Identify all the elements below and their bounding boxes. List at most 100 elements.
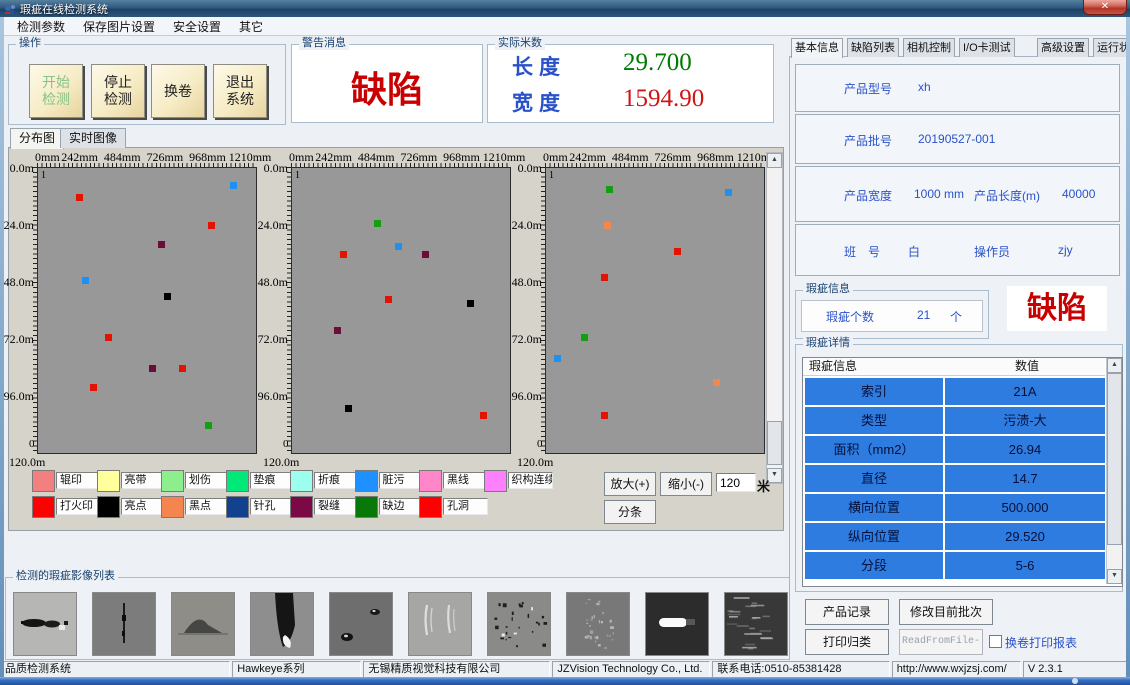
defect-row-value: 26.94 (943, 436, 1105, 463)
tab-advanced-settings[interactable]: 高级设置 (1037, 38, 1089, 57)
legend-label: 黑点 (185, 498, 230, 515)
table-scrollbar[interactable]: ▲ ▼ (1106, 358, 1122, 584)
modify-batch-button[interactable]: 修改目前批次 (899, 599, 993, 625)
legend-label: 亮带 (121, 472, 166, 489)
menu-item-0[interactable]: 检测参数 (8, 17, 74, 36)
operation-button-2[interactable]: 换卷 (151, 64, 205, 118)
defect-thumbnail-2[interactable] (92, 592, 156, 656)
legend-label: 孔洞 (443, 498, 488, 515)
defect-thumbnail-1[interactable] (13, 592, 77, 656)
defect-thumbnail-4[interactable] (250, 592, 314, 656)
tab-run-status-info[interactable]: 运行状态信息 (1093, 38, 1130, 57)
table-scroll-down-icon[interactable]: ▼ (1107, 569, 1122, 584)
defect-info-caption: 瑕疵信息 (803, 283, 853, 296)
product-model-label: 产品型号 (844, 80, 892, 97)
defect-table-row-5[interactable]: 横向位置500.000 (805, 494, 1105, 521)
product-batch-label: 产品批号 (844, 132, 892, 149)
defect-thumbnail-6[interactable] (408, 592, 472, 656)
defect-alarm-box: 缺陷 (1007, 286, 1107, 331)
shift-value: 白 (908, 243, 920, 260)
zoom-in-button[interactable]: 放大(+) (604, 472, 656, 496)
legend-label: 针孔 (250, 498, 295, 515)
basic-info-page: 产品型号 xh 产品批号 20190527-001 产品宽度 1000 mm 产… (789, 56, 1126, 660)
defect-row-name: 分段 (805, 552, 943, 579)
defect-thumbnail-5[interactable] (329, 592, 393, 656)
tab-io-card-test[interactable]: I/O卡测试 (959, 38, 1015, 57)
taskbar-icon (1072, 678, 1078, 684)
defect-row-name: 直径 (805, 465, 943, 492)
defect-row-value: 14.7 (943, 465, 1105, 492)
menu-item-2[interactable]: 安全设置 (164, 17, 230, 36)
operation-button-label: 开始 (42, 74, 70, 91)
zoom-out-button[interactable]: 缩小(-) (660, 472, 712, 496)
tab-defect-list[interactable]: 缺陷列表 (847, 38, 899, 57)
tab-live-image[interactable]: 实时图像 (60, 128, 126, 148)
operation-buttons: 开始检测停止检测换卷退出系统 (9, 45, 285, 124)
operation-button-0[interactable]: 开始检测 (29, 64, 83, 118)
operation-button-3[interactable]: 退出系统 (213, 64, 267, 118)
legend-label: 裂缝 (314, 498, 359, 515)
defect-table-row-3[interactable]: 面积（mm2）26.94 (805, 436, 1105, 463)
table-scroll-up-icon[interactable]: ▲ (1107, 358, 1122, 373)
app-icon (4, 3, 16, 15)
legend-swatch (161, 470, 184, 492)
defect-table-header-value: 数值 (949, 358, 1105, 375)
legend-label: 划伤 (185, 472, 230, 489)
menu-item-1[interactable]: 保存图片设置 (74, 17, 164, 36)
defect-thumbnail-7[interactable] (487, 592, 551, 656)
operation-button-label: 停止 (104, 74, 132, 91)
defect-thumbnail-10[interactable] (724, 592, 788, 656)
defect-thumbnail-9[interactable] (645, 592, 709, 656)
defect-thumbnail-3[interactable] (171, 592, 235, 656)
product-batch-value: 20190527-001 (918, 132, 995, 146)
defect-detail-group: 瑕疵详情 瑕疵信息 数值 索引21A类型污渍-大面积（mm2）26.94直径14… (795, 344, 1123, 592)
status-cell-7: V 2.3.1 (1023, 661, 1128, 678)
legend-swatch (290, 496, 313, 518)
defect-table-row-1[interactable]: 索引21A (805, 378, 1105, 405)
defect-table-row-4[interactable]: 直径14.7 (805, 465, 1105, 492)
defect-row-value: 21A (943, 378, 1105, 405)
legend-swatch (161, 496, 184, 518)
defect-row-name: 横向位置 (805, 494, 943, 521)
warning-group: 警告消息 缺陷 (291, 44, 483, 123)
legend-swatch (355, 496, 378, 518)
length-value: 29.700 (623, 49, 692, 77)
defect-detail-caption: 瑕疵详情 (803, 337, 853, 350)
tab-basic-info[interactable]: 基本信息 (791, 38, 843, 58)
defect-table-row-2[interactable]: 类型污渍-大 (805, 407, 1105, 434)
window-title: 瑕疵在线检测系统 (20, 1, 108, 17)
defect-alarm-text: 缺陷 (1027, 292, 1087, 325)
legend-swatch (419, 496, 442, 518)
tab-camera-control[interactable]: 相机控制 (903, 38, 955, 57)
defect-row-name: 类型 (805, 407, 943, 434)
read-from-file-button[interactable]: ReadFromFile-SIM (899, 629, 983, 655)
legend-swatch (290, 470, 313, 492)
operation-button-1[interactable]: 停止检测 (91, 64, 145, 118)
range-unit-label: 米 (757, 476, 770, 495)
table-scroll-thumb[interactable] (1107, 373, 1122, 545)
defect-row-value: 29.520 (943, 523, 1105, 550)
legend-label: 亮点 (121, 498, 166, 515)
window-frame-left (0, 17, 4, 677)
meters-group: 实际米数 长度 29.700 宽度 1594.90 (487, 44, 774, 123)
print-on-roll-change-label: 换卷打印报表 (1005, 634, 1077, 651)
split-button[interactable]: 分条 (604, 500, 656, 524)
operation-button-label: 检测 (104, 91, 132, 108)
defect-table-row-7[interactable]: 分段5-6 (805, 552, 1105, 579)
close-button[interactable]: ✕ (1083, 0, 1127, 15)
product-record-button[interactable]: 产品记录 (805, 599, 889, 625)
defect-thumbnail-8[interactable] (566, 592, 630, 656)
range-input[interactable] (716, 473, 756, 492)
operation-button-label: 换卷 (164, 83, 192, 100)
print-on-roll-change-checkbox[interactable] (989, 635, 1002, 648)
product-size-box: 产品宽度 1000 mm 产品长度(m) 40000 (795, 166, 1120, 222)
thumbnail-group: 检测的瑕疵影像列表 (5, 577, 792, 660)
defect-info-group: 瑕疵信息 瑕疵个数 21 个 (795, 290, 989, 339)
status-cell-2: Hawkeye系列 (232, 661, 361, 678)
status-cell-5: 联系电话:0510-85381428 (712, 661, 889, 678)
defect-count-box: 瑕疵个数 21 个 (801, 300, 983, 332)
defect-table-row-6[interactable]: 纵向位置29.520 (805, 523, 1105, 550)
menu-item-3[interactable]: 其它 (230, 17, 272, 36)
print-class-button[interactable]: 打印归类 (805, 629, 889, 655)
tab-distribution[interactable]: 分布图 (10, 128, 64, 149)
